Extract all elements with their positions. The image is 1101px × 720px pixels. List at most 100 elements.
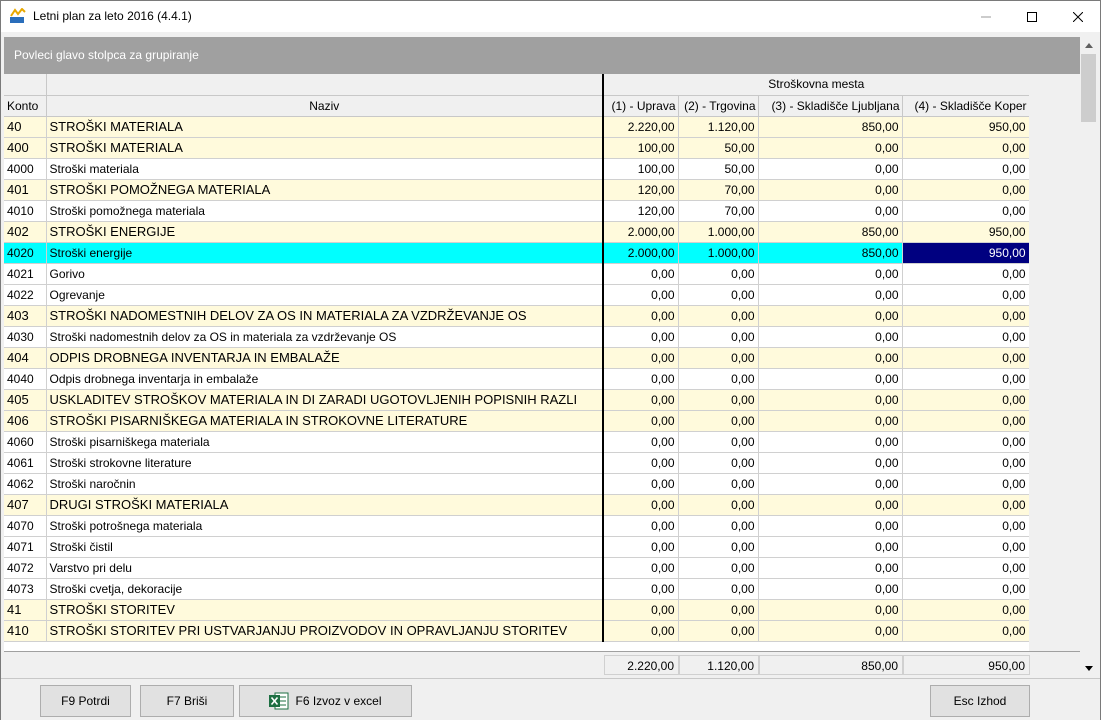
cell-naziv[interactable]: Ogrevanje xyxy=(46,284,604,306)
cell-naziv[interactable]: ODPIS DROBNEGA INVENTARJA IN EMBALAŽE xyxy=(46,347,604,369)
group-by-panel[interactable]: Povleci glavo stolpca za grupiranje xyxy=(4,37,1080,74)
cell-skladisce-koper[interactable]: 0,00 xyxy=(902,347,1030,369)
cell-uprava[interactable]: 2.000,00 xyxy=(602,242,679,264)
cell-skladisce-koper[interactable]: 0,00 xyxy=(902,431,1030,453)
cell-konto[interactable]: 4073 xyxy=(4,578,47,600)
cell-skladisce-ljubljana[interactable]: 0,00 xyxy=(758,620,903,642)
cell-trgovina[interactable]: 0,00 xyxy=(678,620,759,642)
cell-trgovina[interactable]: 1.000,00 xyxy=(678,242,759,264)
cell-naziv[interactable]: Stroški naročnin xyxy=(46,473,604,495)
cell-konto[interactable]: 400 xyxy=(4,137,47,159)
cell-trgovina[interactable]: 0,00 xyxy=(678,515,759,537)
vertical-scrollbar[interactable] xyxy=(1080,37,1097,677)
cell-skladisce-koper[interactable]: 0,00 xyxy=(902,137,1030,159)
cell-naziv[interactable]: Stroški čistil xyxy=(46,536,604,558)
cell-konto[interactable]: 4072 xyxy=(4,557,47,579)
table-row[interactable]: 4030 Stroški nadomestnih delov za OS in m… xyxy=(4,326,1030,348)
cell-naziv[interactable]: STROŠKI MATERIALA xyxy=(46,137,604,159)
cell-skladisce-ljubljana[interactable]: 0,00 xyxy=(758,536,903,558)
cell-uprava[interactable]: 0,00 xyxy=(602,263,679,285)
cell-skladisce-ljubljana[interactable]: 850,00 xyxy=(758,116,903,138)
cell-uprava[interactable]: 0,00 xyxy=(602,368,679,390)
table-row[interactable]: 4000 Stroški materiala 100,00 50,00 0,00 0,00 xyxy=(4,158,1030,180)
cell-uprava[interactable]: 2.000,00 xyxy=(602,221,679,243)
cell-uprava[interactable]: 0,00 xyxy=(602,494,679,516)
cell-uprava[interactable]: 0,00 xyxy=(602,620,679,642)
cell-uprava[interactable]: 0,00 xyxy=(602,515,679,537)
cell-skladisce-koper[interactable]: 0,00 xyxy=(902,473,1030,495)
confirm-button[interactable]: F9 Potrdi xyxy=(40,685,131,717)
cell-skladisce-koper[interactable]: 0,00 xyxy=(902,179,1030,201)
cell-konto[interactable]: 4071 xyxy=(4,536,47,558)
cell-skladisce-koper[interactable]: 0,00 xyxy=(902,578,1030,600)
cell-konto[interactable]: 405 xyxy=(4,389,47,411)
cell-skladisce-koper[interactable]: 0,00 xyxy=(902,263,1030,285)
cell-skladisce-ljubljana[interactable]: 0,00 xyxy=(758,452,903,474)
table-row[interactable]: 4010 Stroški pomožnega materiala 120,00 70,… xyxy=(4,200,1030,222)
cell-uprava[interactable]: 100,00 xyxy=(602,137,679,159)
cell-trgovina[interactable]: 0,00 xyxy=(678,263,759,285)
cell-uprava[interactable]: 0,00 xyxy=(602,473,679,495)
cell-naziv[interactable]: Stroški pomožnega materiala xyxy=(46,200,604,222)
cell-trgovina[interactable]: 1.120,00 xyxy=(678,116,759,138)
cell-konto[interactable]: 4020 xyxy=(4,242,47,264)
table-row[interactable]: 4021 Gorivo 0,00 0,00 0,00 0,00 xyxy=(4,263,1030,285)
cell-skladisce-ljubljana[interactable]: 0,00 xyxy=(758,557,903,579)
cell-uprava[interactable]: 100,00 xyxy=(602,158,679,180)
scroll-down-button[interactable] xyxy=(1080,660,1097,677)
table-row[interactable]: 4040 Odpis drobnega inventarja in embalaž… xyxy=(4,368,1030,390)
cell-skladisce-ljubljana[interactable]: 0,00 xyxy=(758,200,903,222)
cell-skladisce-ljubljana[interactable]: 0,00 xyxy=(758,410,903,432)
column-header-naziv[interactable]: Naziv xyxy=(46,95,604,117)
cell-naziv[interactable]: STROŠKI STORITEV xyxy=(46,599,604,621)
cell-skladisce-ljubljana[interactable]: 0,00 xyxy=(758,515,903,537)
table-row[interactable]: 4061 Stroški strokovne literature 0,00 0,00… xyxy=(4,452,1030,474)
cell-skladisce-ljubljana[interactable]: 0,00 xyxy=(758,347,903,369)
cell-trgovina[interactable]: 0,00 xyxy=(678,557,759,579)
cell-naziv[interactable]: STROŠKI ENERGIJE xyxy=(46,221,604,243)
cell-konto[interactable]: 4060 xyxy=(4,431,47,453)
table-row[interactable]: 407 DRUGI STROŠKI MATERIALA 0,00 0,00 0,00 0,… xyxy=(4,494,1030,516)
cell-skladisce-ljubljana[interactable]: 0,00 xyxy=(758,179,903,201)
cell-naziv[interactable]: STROŠKI POMOŽNEGA MATERIALA xyxy=(46,179,604,201)
cell-trgovina[interactable]: 0,00 xyxy=(678,284,759,306)
cell-skladisce-koper[interactable]: 0,00 xyxy=(902,305,1030,327)
cell-konto[interactable]: 402 xyxy=(4,221,47,243)
cell-skladisce-koper[interactable]: 0,00 xyxy=(902,494,1030,516)
cell-skladisce-koper[interactable]: 950,00 xyxy=(902,242,1030,264)
title-bar[interactable]: Letni plan za leto 2016 (4.4.1) xyxy=(1,1,1100,32)
column-header-skladisce-koper[interactable]: (4) - Skladišče Koper xyxy=(902,95,1030,117)
cell-skladisce-koper[interactable]: 0,00 xyxy=(902,200,1030,222)
cell-uprava[interactable]: 0,00 xyxy=(602,578,679,600)
table-row[interactable]: 4060 Stroški pisarniškega materiala 0,00 0,… xyxy=(4,431,1030,453)
cell-konto[interactable]: 406 xyxy=(4,410,47,432)
cell-konto[interactable]: 404 xyxy=(4,347,47,369)
cell-trgovina[interactable]: 0,00 xyxy=(678,326,759,348)
cell-konto[interactable]: 410 xyxy=(4,620,47,642)
cell-naziv[interactable]: Stroški potrošnega materiala xyxy=(46,515,604,537)
table-row[interactable]: 4022 Ogrevanje 0,00 0,00 0,00 0,00 xyxy=(4,284,1030,306)
cell-skladisce-ljubljana[interactable]: 0,00 xyxy=(758,305,903,327)
cell-konto[interactable]: 4040 xyxy=(4,368,47,390)
cell-skladisce-koper[interactable]: 0,00 xyxy=(902,389,1030,411)
scroll-thumb[interactable] xyxy=(1081,54,1096,122)
column-header-uprava[interactable]: (1) - Uprava xyxy=(602,95,679,117)
cell-trgovina[interactable]: 0,00 xyxy=(678,389,759,411)
cell-uprava[interactable]: 0,00 xyxy=(602,347,679,369)
table-row[interactable]: 4020 Stroški energije 2.000,00 1.000,00 850,… xyxy=(4,242,1030,264)
cell-trgovina[interactable]: 0,00 xyxy=(678,368,759,390)
cell-naziv[interactable]: Stroški pisarniškega materiala xyxy=(46,431,604,453)
cell-trgovina[interactable]: 0,00 xyxy=(678,578,759,600)
cell-trgovina[interactable]: 0,00 xyxy=(678,431,759,453)
table-row[interactable]: 4073 Stroški cvetja, dekoracije 0,00 0,00 0,… xyxy=(4,578,1030,600)
cell-skladisce-ljubljana[interactable]: 0,00 xyxy=(758,263,903,285)
cell-skladisce-ljubljana[interactable]: 0,00 xyxy=(758,326,903,348)
cell-skladisce-ljubljana[interactable]: 850,00 xyxy=(758,221,903,243)
cell-naziv[interactable]: Stroški strokovne literature xyxy=(46,452,604,474)
cell-uprava[interactable]: 0,00 xyxy=(602,410,679,432)
table-row[interactable]: 402 STROŠKI ENERGIJE 2.000,00 1.000,00 850,0… xyxy=(4,221,1030,243)
cell-naziv[interactable]: Gorivo xyxy=(46,263,604,285)
cell-konto[interactable]: 40 xyxy=(4,116,47,138)
cell-uprava[interactable]: 0,00 xyxy=(602,599,679,621)
maximize-button[interactable] xyxy=(1009,1,1055,32)
